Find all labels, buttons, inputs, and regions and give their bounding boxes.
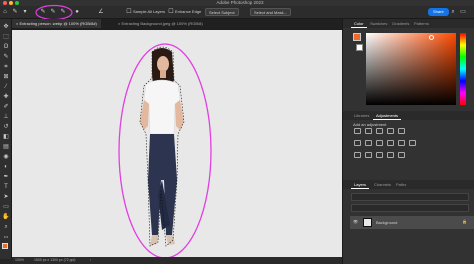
pen-tool-icon[interactable]: ✒ <box>2 173 10 181</box>
brightness-contrast-icon[interactable] <box>354 128 361 134</box>
dodge-tool-icon[interactable]: ◐ <box>2 163 10 171</box>
tools-panel: ✥ ⬚ ʘ ✎ ⌗ ⊠ ⁄ ✚ ✐ ⊥ ↺ ◧ ▤ ◉ ◐ ✒ T ➤ ▭ ✋ … <box>0 19 12 259</box>
eyedropper-tool-icon[interactable]: ⁄ <box>2 83 10 91</box>
levels-icon[interactable] <box>365 128 372 134</box>
chevron-down-icon[interactable]: ▾ <box>22 9 28 15</box>
brush-size-icon[interactable]: ● <box>74 9 80 15</box>
color-field[interactable] <box>366 33 456 105</box>
photo-filter-icon[interactable] <box>387 140 394 146</box>
history-brush-icon[interactable]: ↺ <box>2 123 10 131</box>
gradient-tool-icon[interactable]: ▤ <box>2 143 10 151</box>
tab-label: Extracting person .webp @ 100% (RGB/8#) <box>19 21 97 26</box>
tab-color[interactable]: Color <box>351 19 367 28</box>
vibrance-icon[interactable] <box>398 128 405 134</box>
tab-extracting-background[interactable]: × Extracting Background.jpeg @ 100% (RGB… <box>114 19 207 28</box>
frame-tool-icon[interactable]: ⊠ <box>2 73 10 81</box>
layer-blend-options[interactable] <box>351 204 469 212</box>
zoom-tool-icon[interactable]: ⌕ <box>2 223 10 231</box>
angle-icon[interactable]: ∠ <box>98 9 104 15</box>
type-tool-icon[interactable]: T <box>2 183 10 191</box>
select-and-mask-button[interactable]: Select and Mask... <box>250 8 291 16</box>
color-panel-tabs: Color Swatches Gradients Patterns <box>343 19 474 28</box>
lock-icon[interactable]: 🔒 <box>462 219 467 224</box>
brush-tool-icon[interactable]: ✐ <box>2 103 10 111</box>
tab-adjustments[interactable]: Adjustments <box>373 111 402 120</box>
foreground-color-swatch[interactable] <box>353 33 361 41</box>
layer-filter-bar[interactable] <box>351 193 469 201</box>
document-tab-bar: × Extracting person .webp @ 100% (RGB/8#… <box>12 19 342 28</box>
threshold-icon[interactable] <box>376 152 383 158</box>
quick-selection-tool-icon[interactable]: ✎ <box>12 9 18 15</box>
lasso-tool-icon[interactable]: ʘ <box>2 43 10 51</box>
layer-thumbnail <box>363 218 372 227</box>
color-picker-cursor[interactable] <box>429 35 434 40</box>
channel-mixer-icon[interactable] <box>398 140 405 146</box>
black-white-icon[interactable] <box>376 140 383 146</box>
sample-all-layers-label[interactable]: Sample All Layers <box>133 8 165 16</box>
more-tools-icon[interactable]: ••• <box>2 233 10 241</box>
hand-tool-icon[interactable]: ✋ <box>2 213 10 221</box>
photoshop-window: Adobe Photoshop 2023 ⌂ ✎ ▾ ✎ ✎ ✎ ● ∠ ☐ S… <box>0 0 474 264</box>
marquee-tool-icon[interactable]: ⬚ <box>2 33 10 41</box>
curves-icon[interactable] <box>376 128 383 134</box>
close-window-button[interactable] <box>3 1 7 5</box>
tab-extracting-person[interactable]: × Extracting person .webp @ 100% (RGB/8#… <box>12 19 101 28</box>
eraser-tool-icon[interactable]: ◧ <box>2 133 10 141</box>
eye-icon[interactable]: 👁 <box>353 219 358 224</box>
exposure-icon[interactable] <box>387 128 394 134</box>
enhance-edge-label[interactable]: Enhance Edge <box>175 8 201 16</box>
background-color-swatch[interactable] <box>356 44 363 51</box>
crop-tool-icon[interactable]: ⌗ <box>2 63 10 71</box>
blur-tool-icon[interactable]: ◉ <box>2 153 10 161</box>
selective-color-icon[interactable] <box>398 152 405 158</box>
gradient-map-icon[interactable] <box>387 152 394 158</box>
path-selection-icon[interactable]: ➤ <box>2 193 10 201</box>
search-icon[interactable]: ⌕ <box>450 9 456 15</box>
foreground-color-swatch[interactable] <box>2 243 8 249</box>
tab-label: Extracting Background.jpeg @ 100% (RGB/8… <box>121 21 203 26</box>
libraries-panel-tabs: Libraries Adjustments <box>343 111 474 120</box>
tab-layers[interactable]: Layers <box>351 180 370 189</box>
tab-gradients[interactable]: Gradients <box>389 19 412 28</box>
hue-saturation-icon[interactable] <box>354 140 361 146</box>
workspace-icon[interactable]: ▭ <box>460 9 466 15</box>
layer-name[interactable]: Background <box>376 220 397 225</box>
layers-panel-tabs: Layers Channels Paths <box>343 180 474 189</box>
clone-stamp-icon[interactable]: ⊥ <box>2 113 10 121</box>
invert-icon[interactable] <box>354 152 361 158</box>
posterize-icon[interactable] <box>365 152 372 158</box>
home-icon[interactable]: ⌂ <box>2 9 8 15</box>
tab-swatches[interactable]: Swatches <box>367 19 390 28</box>
hue-slider[interactable] <box>460 33 466 105</box>
document-size: 1500 px x 1300 px (72 ppi) <box>34 258 76 262</box>
shape-tool-icon[interactable]: ▭ <box>2 203 10 211</box>
highlight-ellipse-person <box>118 43 212 259</box>
tab-channels[interactable]: Channels <box>371 180 394 189</box>
tab-patterns[interactable]: Patterns <box>411 19 432 28</box>
tab-libraries[interactable]: Libraries <box>351 111 372 120</box>
zoom-level[interactable]: 100% <box>15 257 24 264</box>
color-balance-icon[interactable] <box>365 140 372 146</box>
chevron-right-icon[interactable]: › <box>90 257 91 264</box>
quick-selection-tool-icon[interactable]: ✎ <box>2 53 10 61</box>
zoom-window-button[interactable] <box>15 1 19 5</box>
minimize-window-button[interactable] <box>9 1 13 5</box>
checkbox-icon[interactable]: ☐ <box>168 9 174 15</box>
move-tool-icon[interactable]: ✥ <box>2 23 10 31</box>
add-adjustment-label: Add an adjustment <box>353 122 387 127</box>
tab-paths[interactable]: Paths <box>393 180 409 189</box>
share-button[interactable]: Share <box>428 8 449 16</box>
checkbox-icon[interactable]: ☐ <box>126 9 132 15</box>
color-lookup-icon[interactable] <box>409 140 416 146</box>
select-subject-button[interactable]: Select Subject <box>205 8 239 16</box>
healing-brush-icon[interactable]: ✚ <box>2 93 10 101</box>
status-bar: 100% 1500 px x 1300 px (72 ppi) › <box>12 257 342 264</box>
